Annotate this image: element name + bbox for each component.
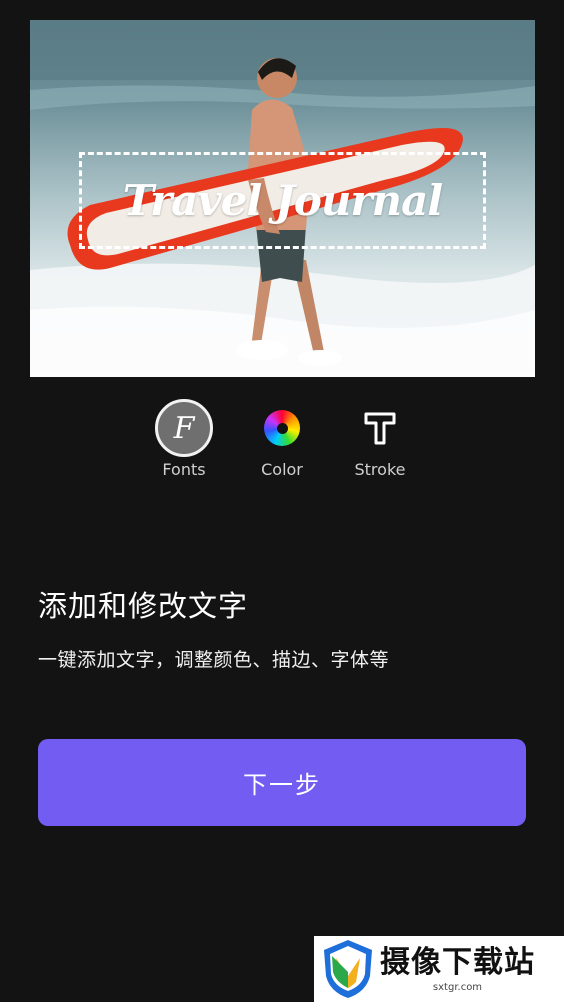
watermark-name: 摄像下载站 [380,945,535,980]
color-tool-button[interactable]: Color [237,398,327,488]
color-wheel-icon [252,398,312,458]
preview-image: Travel Journal [30,20,535,377]
stroke-label: Stroke [354,460,406,479]
next-step-button[interactable]: 下一步 [38,739,526,826]
color-label: Color [261,460,303,479]
watermark-url: sxtgr.com [432,982,483,993]
feature-title: 添加和修改文字 [38,589,249,623]
overlay-text[interactable]: Travel Journal [79,160,486,240]
fonts-icon: F [154,398,214,458]
fonts-label: Fonts [162,460,206,479]
feature-description: 一键添加文字，调整颜色、描边、字体等 [38,649,390,671]
stroke-tool-button[interactable]: Stroke [335,398,425,488]
onboarding-screen: Travel Journal F Fonts Color Stroke 添加和修… [0,0,564,1002]
fonts-tool-button[interactable]: F Fonts [139,398,229,488]
shield-logo-icon [324,940,372,998]
stroke-icon [350,398,410,458]
watermark: 摄像下载站 sxtgr.com [314,936,564,1002]
